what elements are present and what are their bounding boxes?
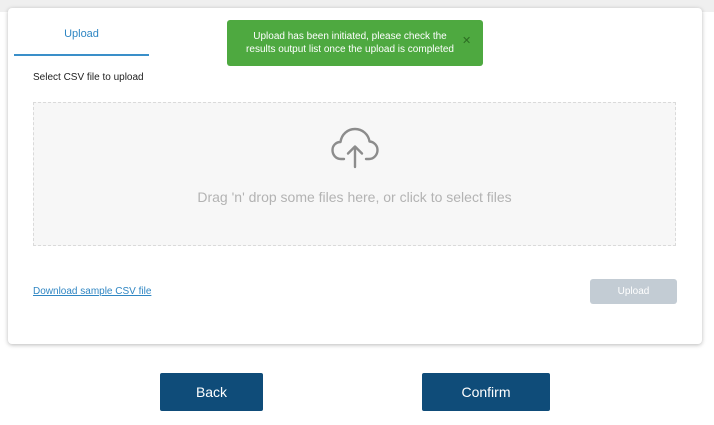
close-icon[interactable]: ✕ [462, 35, 471, 48]
upload-button[interactable]: Upload [590, 279, 677, 304]
toast-message: Upload has been initiated, please check … [237, 30, 463, 56]
toast-message-line-1: Upload has been initiated, please check … [253, 31, 447, 42]
download-sample-csv-link[interactable]: Download sample CSV file [33, 286, 151, 297]
back-button[interactable]: Back [160, 373, 263, 411]
cloud-upload-icon [331, 127, 379, 169]
toast-message-line-2: results output list once the upload is c… [246, 44, 454, 55]
dropzone-instructions: Drag 'n' drop some files here, or click … [197, 189, 512, 205]
tab-upload[interactable]: Upload [14, 24, 149, 56]
file-dropzone[interactable]: Drag 'n' drop some files here, or click … [33, 102, 676, 246]
select-csv-label: Select CSV file to upload [33, 72, 144, 83]
upload-initiated-toast: Upload has been initiated, please check … [227, 20, 483, 66]
confirm-button[interactable]: Confirm [422, 373, 550, 411]
